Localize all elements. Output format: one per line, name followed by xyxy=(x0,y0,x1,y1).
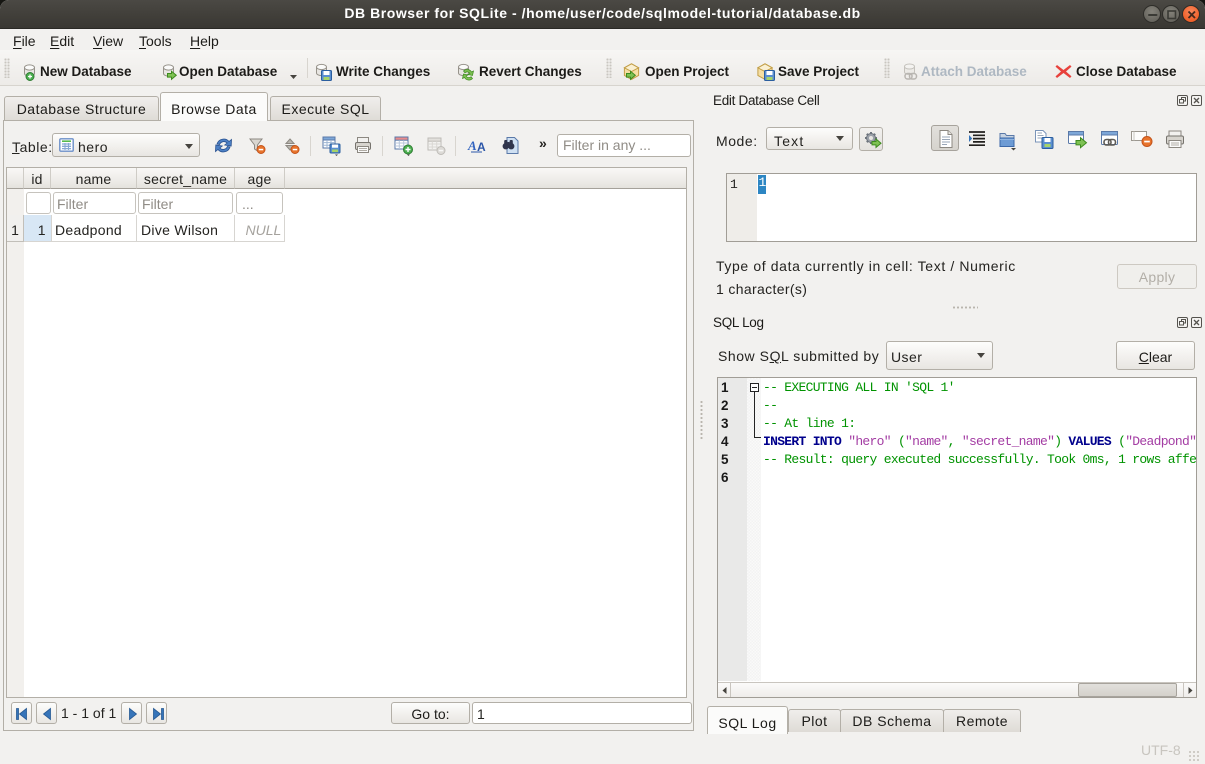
svg-text:A: A xyxy=(467,138,477,153)
